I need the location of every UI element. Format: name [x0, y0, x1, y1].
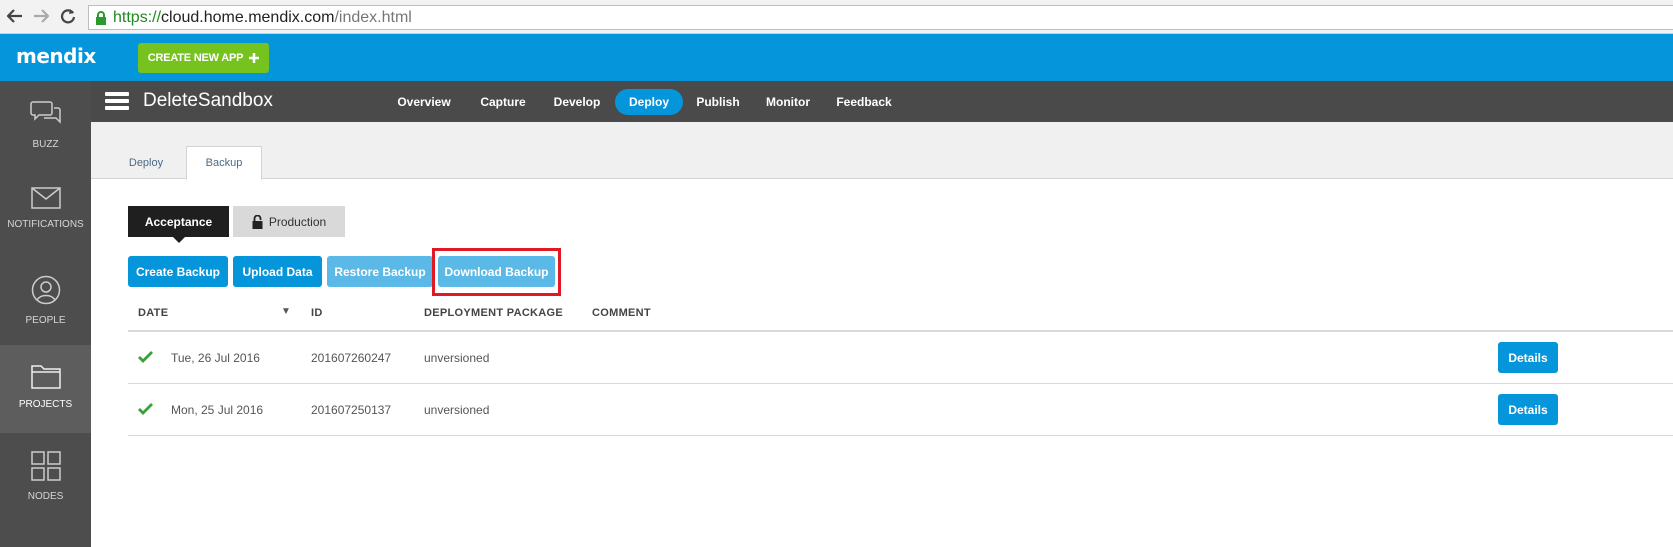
nav-develop[interactable]: Develop — [549, 89, 605, 115]
highlight-box — [432, 248, 561, 296]
row-package: unversioned — [424, 351, 490, 365]
sidebar-item-people[interactable]: PEOPLE — [0, 257, 91, 345]
address-bar[interactable]: https://cloud.home.mendix.com/index.html — [88, 5, 1673, 30]
details-button[interactable]: Details — [1498, 342, 1558, 373]
environment-acceptance-label: Acceptance — [144, 214, 213, 229]
nav-feedback[interactable]: Feedback — [832, 89, 896, 115]
environment-production-label: Production — [268, 214, 327, 229]
upload-data-button[interactable]: Upload Data — [233, 256, 322, 287]
envelope-icon — [30, 187, 61, 209]
details-button[interactable]: Details — [1498, 394, 1558, 425]
environment-production-tab[interactable]: Production — [233, 206, 345, 237]
row-id: 201607250137 — [311, 403, 392, 417]
table-header: DATE ▼ ID DEPLOYMENT PACKAGE COMMENT — [128, 298, 1673, 332]
row-date: Tue, 26 Jul 2016 — [171, 351, 260, 365]
table-row: Tue, 26 Jul 2016 201607260247 unversione… — [128, 332, 1673, 384]
left-sidebar: BUZZ NOTIFICATIONS PEOPLE PROJECTS NODES — [0, 81, 91, 547]
sidebar-item-nodes[interactable]: NODES — [0, 433, 91, 521]
tab-deploy[interactable]: Deploy — [111, 146, 181, 180]
padlock-icon — [252, 214, 263, 229]
nav-overview[interactable]: Overview — [394, 89, 454, 115]
url-protocol: https:// — [113, 8, 162, 26]
create-new-app-button[interactable]: CREATE NEW APP — [138, 43, 269, 73]
sidebar-item-label: PROJECTS — [18, 399, 73, 410]
row-date: Mon, 25 Jul 2016 — [171, 403, 264, 417]
column-comment[interactable]: COMMENT — [592, 307, 651, 319]
app-bar: DeleteSandbox Overview Capture Develop D… — [91, 81, 1673, 122]
nav-publish[interactable]: Publish — [691, 89, 745, 115]
create-backup-button[interactable]: Create Backup — [128, 256, 228, 287]
table-row: Mon, 25 Jul 2016 201607250137 unversione… — [128, 384, 1673, 436]
sidebar-item-notifications[interactable]: NOTIFICATIONS — [0, 169, 91, 257]
tab-backup[interactable]: Backup — [186, 146, 262, 180]
checkmark-icon — [138, 351, 153, 363]
column-deployment-package[interactable]: DEPLOYMENT PACKAGE — [424, 307, 563, 319]
person-icon — [31, 275, 60, 305]
column-date[interactable]: DATE — [138, 307, 168, 319]
restore-backup-button[interactable]: Restore Backup — [327, 256, 433, 287]
chat-bubbles-icon — [29, 101, 61, 124]
sidebar-item-buzz[interactable]: BUZZ — [0, 81, 91, 169]
hamburger-menu-icon[interactable] — [105, 92, 129, 112]
grid-icon — [30, 451, 61, 481]
nav-monitor[interactable]: Monitor — [761, 89, 815, 115]
lock-icon — [96, 10, 106, 25]
plus-icon — [249, 53, 260, 63]
create-new-app-label: CREATE NEW APP — [147, 52, 244, 64]
nav-capture[interactable]: Capture — [475, 89, 531, 115]
folder-icon — [30, 365, 61, 389]
app-title: DeleteSandbox — [143, 90, 273, 111]
sidebar-item-label: NOTIFICATIONS — [7, 219, 84, 230]
sidebar-item-label: BUZZ — [32, 139, 59, 150]
sidebar-item-label: NODES — [27, 491, 64, 502]
checkmark-icon — [138, 403, 153, 415]
sub-tabs: Deploy Backup — [91, 122, 1673, 180]
back-arrow-icon[interactable] — [4, 5, 26, 27]
row-id: 201607260247 — [311, 351, 392, 365]
url-host: cloud.home.mendix.com — [161, 8, 335, 26]
nav-deploy[interactable]: Deploy — [615, 89, 683, 115]
column-id[interactable]: ID — [311, 307, 323, 319]
browser-toolbar: https://cloud.home.mendix.com/index.html — [0, 0, 1673, 34]
url-path: /index.html — [334, 8, 412, 26]
forward-arrow-icon[interactable] — [30, 5, 52, 27]
top-header: mendix CREATE NEW APP — [0, 34, 1673, 81]
sidebar-item-label: PEOPLE — [25, 315, 66, 326]
environment-acceptance-tab[interactable]: Acceptance — [128, 206, 229, 243]
sort-desc-icon[interactable]: ▼ — [281, 306, 291, 317]
row-package: unversioned — [424, 403, 490, 417]
reload-icon[interactable] — [57, 5, 79, 27]
sidebar-item-projects[interactable]: PROJECTS — [0, 345, 91, 433]
mendix-logo[interactable]: mendix — [16, 44, 96, 68]
